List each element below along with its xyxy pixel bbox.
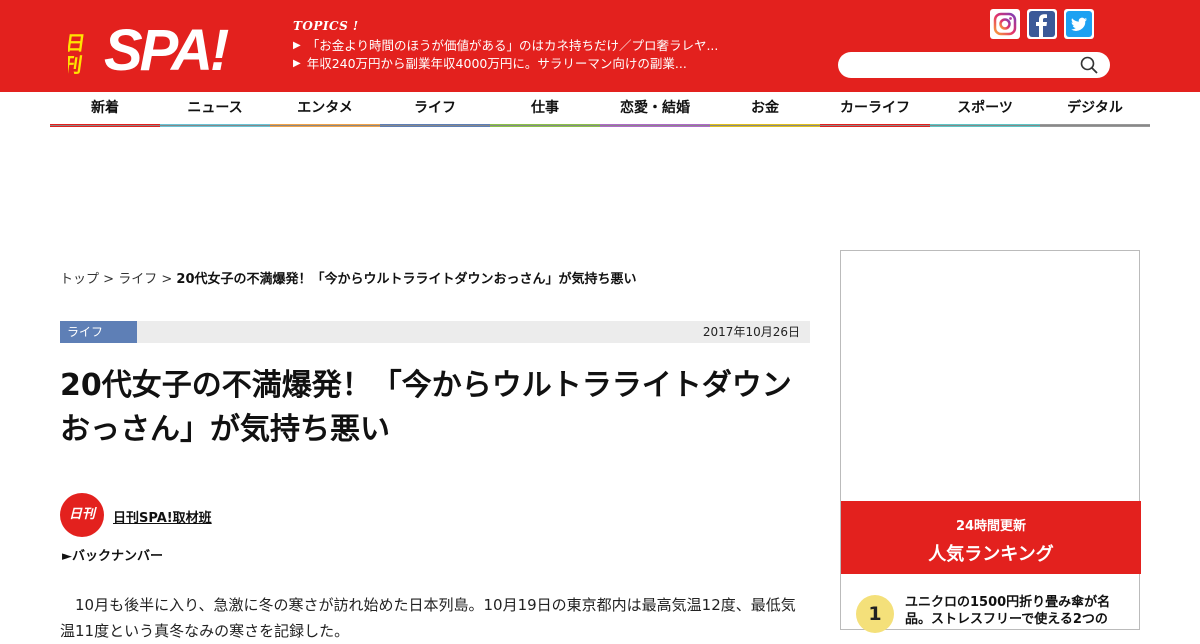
author-avatar[interactable]: 日刊SPA! [60,493,104,566]
search-icon[interactable] [1080,56,1098,74]
article-body: 10月も後半に入り、急激に冬の寒さが訪れ始めた日本列島。10月19日の東京都内は… [60,596,796,640]
ranking-item-title[interactable]: ユニクロの1500円折り畳み傘が名品。ストレスフリーで使える2つの [905,594,1125,628]
nav-item[interactable]: 恋愛・結婚 [600,92,710,127]
topics: TOPICS ! ▶ 「お金より時間のほうが価値がある」のはカネ持ちだけ／プロ奢ラ… [293,19,718,73]
author-link[interactable]: 日刊SPA!取材班 [113,507,212,526]
topic-text[interactable]: 年収240万円から副業年収4000万円に。サラリーマン向けの副業... [307,55,687,73]
triangle-right-icon: ▶ [293,40,301,51]
back-number-link[interactable]: ►バックナンバー [62,545,163,564]
nav-item[interactable]: カーライフ [820,92,930,127]
nav-item[interactable]: 仕事 [490,92,600,127]
nav-item[interactable]: ニュース [160,92,270,127]
site-logo[interactable]: 日 刊 SPA! [68,10,238,76]
svg-text:刊: 刊 [68,54,84,76]
article-title: 20代女子の不満爆発！「今からウルトラライトダウンおっさん」が気持ち悪い [60,368,792,447]
nav-item[interactable]: ライフ [380,92,490,127]
topic-link[interactable]: ▶ 年収240万円から副業年収4000万円に。サラリーマン向けの副業... [293,55,718,73]
category-nav: 新着 ニュース エンタメ ライフ 仕事 恋愛・結婚 お金 カーライフ スポーツ デジタル [50,92,1150,128]
rank-number-badge: 1 [856,595,894,633]
article-date: 2017年10月26日 [702,325,800,339]
breadcrumb-separator: > [161,272,173,287]
author-avatar-text: 日刊SPA! [65,507,99,566]
twitter-icon[interactable] [1064,9,1094,39]
site-header: 日 刊 SPA! TOPICS ! ▶ 「お金より時間のほうが価値がある」のはカネ… [0,0,1200,92]
topics-label: TOPICS ! [293,19,359,33]
nav-item[interactable]: お金 [710,92,820,127]
triangle-right-icon: ▶ [293,58,301,69]
svg-text:日: 日 [68,33,87,55]
search-box[interactable] [838,52,1110,78]
topic-text[interactable]: 「お金より時間のほうが価値がある」のはカネ持ちだけ／プロ奢ラレヤ... [307,37,719,55]
nav-item[interactable]: スポーツ [930,92,1040,127]
breadcrumb-current: 20代女子の不満爆発！「今からウルトラライトダウンおっさん」が気持ち悪い [176,272,637,287]
breadcrumb-separator: > [103,272,115,287]
ranking-header: 24時間更新 人気ランキング [841,501,1141,574]
article-meta-bar: ライフ 2017年10月26日 [60,321,810,343]
ranking-title: 人気ランキング [928,544,1054,565]
nav-divider [50,125,1150,126]
svg-text:SPA!: SPA! [104,18,229,76]
instagram-icon[interactable] [990,9,1020,39]
topic-link[interactable]: ▶ 「お金より時間のほうが価値がある」のはカネ持ちだけ／プロ奢ラレヤ... [293,37,718,55]
breadcrumb-life[interactable]: ライフ [118,272,157,287]
nav-item[interactable]: エンタメ [270,92,380,127]
facebook-icon[interactable] [1027,9,1057,39]
social-links [990,9,1094,39]
nav-item[interactable]: 新着 [50,92,160,127]
breadcrumb-top[interactable]: トップ [60,272,99,287]
nav-item[interactable]: デジタル [1040,92,1150,127]
ranking-subtitle: 24時間更新 [955,519,1027,534]
breadcrumb: トップ > ライフ > 20代女子の不満爆発！「今からウルトラライトダウンおっさ… [60,268,637,287]
category-badge[interactable]: ライフ [60,321,137,343]
